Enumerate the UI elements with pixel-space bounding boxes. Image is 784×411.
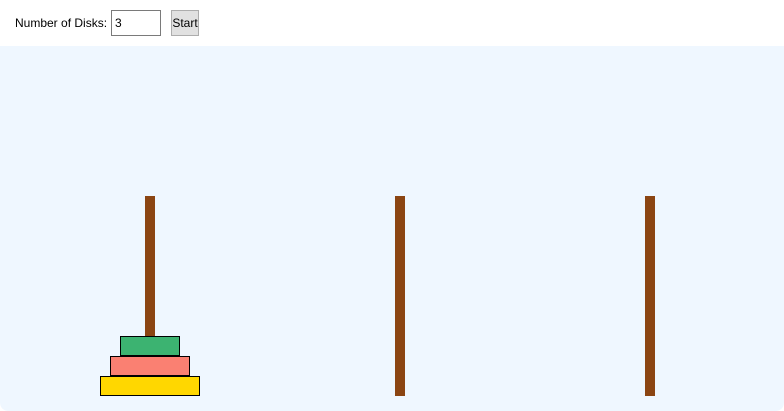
tower-board xyxy=(0,46,784,411)
disks-count-input[interactable] xyxy=(111,10,161,36)
disk-1 xyxy=(120,336,180,356)
peg-2 xyxy=(395,196,405,396)
toolbar: Number of Disks: Start xyxy=(0,0,784,46)
app-window: Number of Disks: Start xyxy=(0,0,784,411)
start-button[interactable]: Start xyxy=(171,10,199,36)
disks-count-label: Number of Disks: xyxy=(15,16,108,30)
disk-3 xyxy=(100,376,200,396)
peg-3 xyxy=(645,196,655,396)
disk-2 xyxy=(110,356,190,376)
